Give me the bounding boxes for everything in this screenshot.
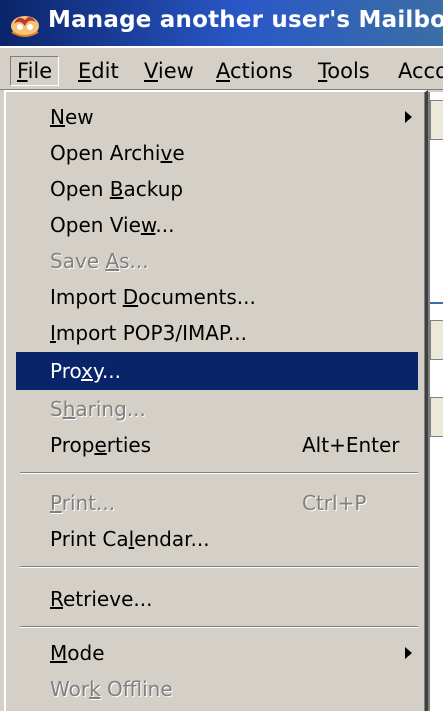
menu-tools-accel: T — [318, 59, 328, 83]
background-fragment — [430, 100, 443, 140]
menu-item-work-offline: Work Offline — [16, 670, 418, 708]
app-logo-icon — [11, 16, 39, 37]
menu-item-print: Print... Ctrl+P — [16, 484, 418, 522]
menu-separator — [20, 626, 418, 628]
label-accel: w — [140, 213, 156, 237]
label-pre: Save — [50, 249, 106, 273]
title-bar[interactable]: Manage another user's Mailbox — [0, 0, 443, 48]
label-accel: N — [50, 105, 65, 129]
label-accel: e — [94, 433, 107, 457]
menu-edit-rest: dit — [91, 59, 119, 83]
submenu-arrow-icon — [405, 111, 412, 123]
label-post: ode — [67, 641, 105, 665]
label-pre: Open — [50, 177, 110, 201]
menu-file-rest: ile — [27, 59, 53, 83]
menu-file-accel: F — [17, 59, 28, 83]
label-post: aring... — [75, 397, 146, 421]
menu-view-accel: V — [144, 59, 158, 83]
label-post: e — [172, 141, 185, 165]
menu-item-sharing: Sharing... — [16, 390, 418, 428]
background-fragment — [430, 320, 443, 360]
submenu-arrow-icon — [405, 647, 412, 659]
label-post: y... — [92, 359, 122, 383]
label-pre: Open Vie — [50, 213, 141, 237]
menu-tools[interactable]: Tools — [312, 56, 376, 86]
label-post: endar... — [134, 527, 210, 551]
menu-item-save-as: Save As... — [16, 242, 418, 280]
menu-accounts-label: Acco — [398, 59, 443, 83]
file-menu-dropdown: New Open Archive Open Backup Open View..… — [4, 90, 428, 711]
label-accel: A — [105, 249, 120, 273]
label-post: rties — [106, 433, 152, 457]
menu-edit-accel: E — [78, 59, 92, 83]
application-window: Manage another user's Mailbox File Edit … — [0, 0, 443, 711]
label-pre: Open Archi — [50, 141, 161, 165]
label-post: Offline — [100, 677, 173, 701]
label-accel: R — [50, 587, 63, 611]
label-accel: x — [81, 359, 93, 383]
menu-actions-rest: ctions — [230, 59, 293, 83]
menu-item-open-view[interactable]: Open View... — [16, 206, 418, 244]
label-accel: B — [109, 177, 124, 201]
label-post: s... — [119, 249, 149, 273]
menu-item-open-archive[interactable]: Open Archive — [16, 134, 418, 172]
menu-view[interactable]: View — [138, 56, 200, 86]
label-accel: k — [89, 677, 101, 701]
label-post: etrieve... — [63, 587, 153, 611]
menu-item-mode[interactable]: Mode — [16, 634, 418, 672]
label-post: ackup — [123, 177, 184, 201]
background-divider — [430, 302, 443, 304]
menu-bar: File Edit View Actions Tools Acco — [0, 50, 443, 90]
label-post: ew — [64, 105, 94, 129]
menu-file[interactable]: File — [10, 56, 60, 86]
label-pre: S — [50, 397, 63, 421]
window-title: Manage another user's Mailbox — [48, 7, 443, 33]
menu-separator — [20, 472, 418, 474]
menu-view-rest: iew — [157, 59, 194, 83]
menu-tools-rest: ools — [327, 59, 370, 83]
menu-item-open-backup[interactable]: Open Backup — [16, 170, 418, 208]
label-accel: M — [50, 641, 68, 665]
label-pre: Pro — [50, 359, 82, 383]
label-accel: D — [122, 285, 139, 309]
background-pane — [428, 92, 443, 711]
menu-item-import-documents[interactable]: Import Documents... — [16, 278, 418, 316]
label-post: ... — [155, 213, 175, 237]
label-accel: P — [50, 491, 62, 515]
label-accel: h — [62, 397, 76, 421]
menu-item-properties[interactable]: Properties Alt+Enter — [16, 426, 418, 464]
menu-edit[interactable]: Edit — [72, 56, 125, 86]
menu-item-new[interactable]: New — [16, 98, 418, 136]
shortcut-label: Ctrl+P — [302, 491, 367, 515]
menu-actions[interactable]: Actions — [210, 56, 299, 86]
label-pre: Import — [50, 285, 123, 309]
menu-item-proxy[interactable]: Proxy... — [16, 352, 418, 390]
background-fragment — [430, 397, 443, 437]
menu-actions-accel: A — [216, 59, 230, 83]
menu-item-import-pop3-imap[interactable]: Import POP3/IMAP... — [16, 314, 418, 352]
menu-item-retrieve[interactable]: Retrieve... — [16, 580, 418, 618]
label-pre: Print Ca — [50, 527, 129, 551]
label-accel: v — [160, 141, 173, 165]
shortcut-label: Alt+Enter — [302, 433, 400, 457]
label-post: ocuments... — [138, 285, 256, 309]
label-post: rint... — [61, 491, 116, 515]
label-post: mport POP3/IMAP... — [55, 321, 247, 345]
menu-accounts[interactable]: Acco — [392, 56, 443, 86]
menu-item-print-calendar[interactable]: Print Calendar... — [16, 520, 418, 558]
menu-separator — [20, 566, 418, 568]
label-pre: Wor — [50, 677, 90, 701]
label-pre: Prop — [50, 433, 95, 457]
